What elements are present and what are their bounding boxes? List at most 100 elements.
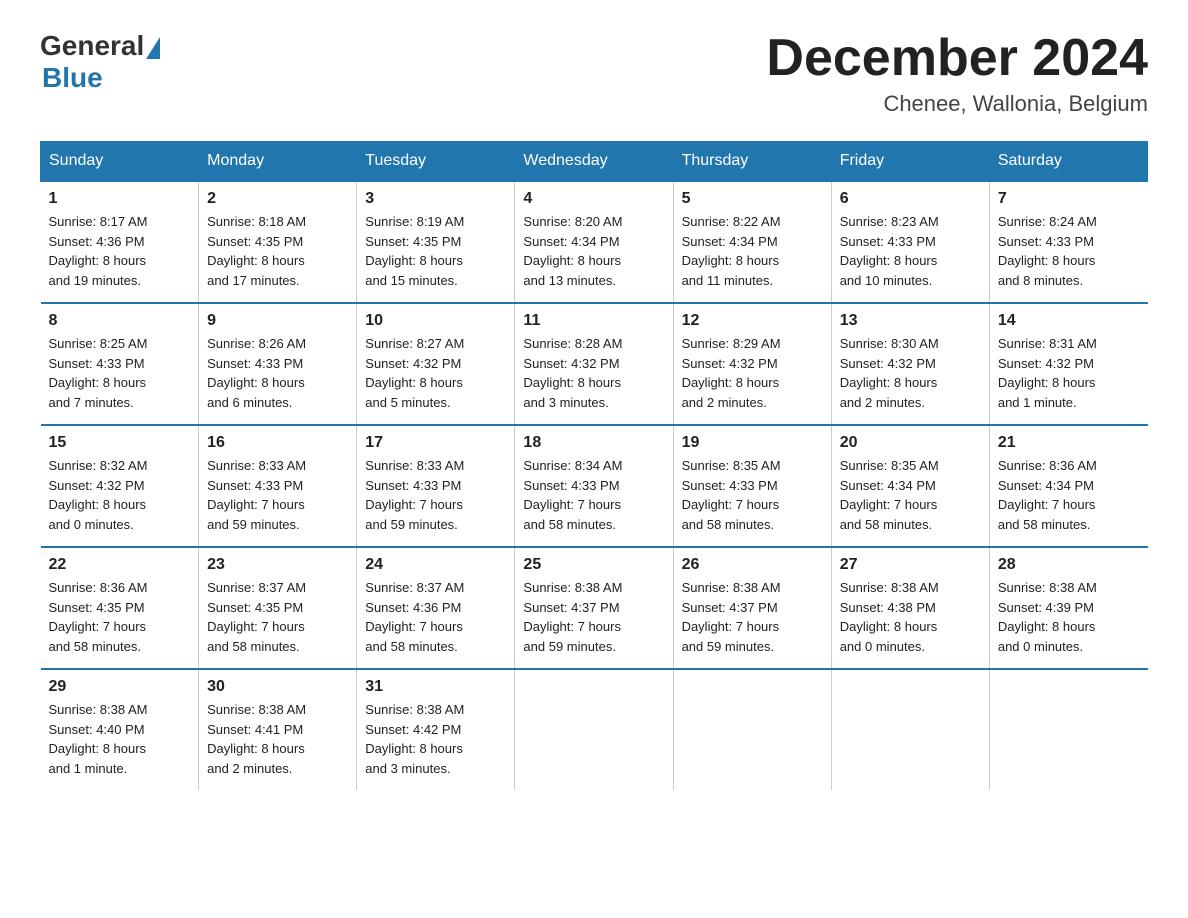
- location-label: Chenee, Wallonia, Belgium: [766, 91, 1148, 117]
- day-info: Sunrise: 8:32 AMSunset: 4:32 PMDaylight:…: [49, 456, 191, 534]
- day-number: 14: [998, 312, 1140, 330]
- calendar-cell: 13 Sunrise: 8:30 AMSunset: 4:32 PMDaylig…: [831, 303, 989, 425]
- calendar-cell: 3 Sunrise: 8:19 AMSunset: 4:35 PMDayligh…: [357, 181, 515, 303]
- day-number: 12: [682, 312, 823, 330]
- day-info: Sunrise: 8:24 AMSunset: 4:33 PMDaylight:…: [998, 212, 1140, 290]
- header-friday: Friday: [831, 142, 989, 182]
- week-row-3: 15 Sunrise: 8:32 AMSunset: 4:32 PMDaylig…: [41, 425, 1148, 547]
- day-info: Sunrise: 8:22 AMSunset: 4:34 PMDaylight:…: [682, 212, 823, 290]
- calendar-cell: 17 Sunrise: 8:33 AMSunset: 4:33 PMDaylig…: [357, 425, 515, 547]
- day-info: Sunrise: 8:38 AMSunset: 4:42 PMDaylight:…: [365, 700, 506, 778]
- calendar-cell: 2 Sunrise: 8:18 AMSunset: 4:35 PMDayligh…: [199, 181, 357, 303]
- day-number: 17: [365, 434, 506, 452]
- week-row-1: 1 Sunrise: 8:17 AMSunset: 4:36 PMDayligh…: [41, 181, 1148, 303]
- day-number: 11: [523, 312, 664, 330]
- week-row-2: 8 Sunrise: 8:25 AMSunset: 4:33 PMDayligh…: [41, 303, 1148, 425]
- day-info: Sunrise: 8:19 AMSunset: 4:35 PMDaylight:…: [365, 212, 506, 290]
- day-number: 5: [682, 190, 823, 208]
- day-number: 16: [207, 434, 348, 452]
- calendar-cell: 16 Sunrise: 8:33 AMSunset: 4:33 PMDaylig…: [199, 425, 357, 547]
- calendar-table: SundayMondayTuesdayWednesdayThursdayFrid…: [40, 141, 1148, 790]
- calendar-header-row: SundayMondayTuesdayWednesdayThursdayFrid…: [41, 142, 1148, 182]
- calendar-cell: 29 Sunrise: 8:38 AMSunset: 4:40 PMDaylig…: [41, 669, 199, 790]
- calendar-cell: 9 Sunrise: 8:26 AMSunset: 4:33 PMDayligh…: [199, 303, 357, 425]
- day-number: 28: [998, 556, 1140, 574]
- day-info: Sunrise: 8:29 AMSunset: 4:32 PMDaylight:…: [682, 334, 823, 412]
- calendar-cell: 28 Sunrise: 8:38 AMSunset: 4:39 PMDaylig…: [989, 547, 1147, 669]
- calendar-cell: 14 Sunrise: 8:31 AMSunset: 4:32 PMDaylig…: [989, 303, 1147, 425]
- calendar-cell: 15 Sunrise: 8:32 AMSunset: 4:32 PMDaylig…: [41, 425, 199, 547]
- header-monday: Monday: [199, 142, 357, 182]
- week-row-4: 22 Sunrise: 8:36 AMSunset: 4:35 PMDaylig…: [41, 547, 1148, 669]
- title-section: December 2024 Chenee, Wallonia, Belgium: [766, 30, 1148, 117]
- calendar-cell: 7 Sunrise: 8:24 AMSunset: 4:33 PMDayligh…: [989, 181, 1147, 303]
- day-number: 24: [365, 556, 506, 574]
- day-number: 26: [682, 556, 823, 574]
- day-info: Sunrise: 8:38 AMSunset: 4:39 PMDaylight:…: [998, 578, 1140, 656]
- day-number: 1: [49, 190, 191, 208]
- calendar-cell: 4 Sunrise: 8:20 AMSunset: 4:34 PMDayligh…: [515, 181, 673, 303]
- day-number: 31: [365, 678, 506, 696]
- day-info: Sunrise: 8:23 AMSunset: 4:33 PMDaylight:…: [840, 212, 981, 290]
- day-number: 4: [523, 190, 664, 208]
- calendar-cell: [515, 669, 673, 790]
- day-info: Sunrise: 8:38 AMSunset: 4:37 PMDaylight:…: [682, 578, 823, 656]
- day-info: Sunrise: 8:35 AMSunset: 4:33 PMDaylight:…: [682, 456, 823, 534]
- day-info: Sunrise: 8:18 AMSunset: 4:35 PMDaylight:…: [207, 212, 348, 290]
- day-info: Sunrise: 8:34 AMSunset: 4:33 PMDaylight:…: [523, 456, 664, 534]
- day-number: 29: [49, 678, 191, 696]
- day-info: Sunrise: 8:38 AMSunset: 4:37 PMDaylight:…: [523, 578, 664, 656]
- day-info: Sunrise: 8:25 AMSunset: 4:33 PMDaylight:…: [49, 334, 191, 412]
- day-number: 13: [840, 312, 981, 330]
- calendar-cell: 24 Sunrise: 8:37 AMSunset: 4:36 PMDaylig…: [357, 547, 515, 669]
- day-number: 21: [998, 434, 1140, 452]
- header-thursday: Thursday: [673, 142, 831, 182]
- day-number: 20: [840, 434, 981, 452]
- month-title: December 2024: [766, 30, 1148, 87]
- day-number: 15: [49, 434, 191, 452]
- day-info: Sunrise: 8:28 AMSunset: 4:32 PMDaylight:…: [523, 334, 664, 412]
- calendar-cell: 8 Sunrise: 8:25 AMSunset: 4:33 PMDayligh…: [41, 303, 199, 425]
- logo-triangle-icon: [146, 37, 160, 59]
- day-info: Sunrise: 8:35 AMSunset: 4:34 PMDaylight:…: [840, 456, 981, 534]
- logo-general-text: General: [40, 30, 144, 62]
- day-number: 25: [523, 556, 664, 574]
- header-wednesday: Wednesday: [515, 142, 673, 182]
- calendar-cell: [673, 669, 831, 790]
- calendar-cell: 6 Sunrise: 8:23 AMSunset: 4:33 PMDayligh…: [831, 181, 989, 303]
- calendar-cell: 12 Sunrise: 8:29 AMSunset: 4:32 PMDaylig…: [673, 303, 831, 425]
- calendar-cell: 30 Sunrise: 8:38 AMSunset: 4:41 PMDaylig…: [199, 669, 357, 790]
- calendar-cell: 27 Sunrise: 8:38 AMSunset: 4:38 PMDaylig…: [831, 547, 989, 669]
- header-saturday: Saturday: [989, 142, 1147, 182]
- day-info: Sunrise: 8:37 AMSunset: 4:35 PMDaylight:…: [207, 578, 348, 656]
- day-number: 3: [365, 190, 506, 208]
- week-row-5: 29 Sunrise: 8:38 AMSunset: 4:40 PMDaylig…: [41, 669, 1148, 790]
- page-header: General Blue December 2024 Chenee, Wallo…: [40, 30, 1148, 117]
- day-info: Sunrise: 8:36 AMSunset: 4:35 PMDaylight:…: [49, 578, 191, 656]
- calendar-cell: 10 Sunrise: 8:27 AMSunset: 4:32 PMDaylig…: [357, 303, 515, 425]
- day-info: Sunrise: 8:33 AMSunset: 4:33 PMDaylight:…: [365, 456, 506, 534]
- calendar-cell: [831, 669, 989, 790]
- day-number: 19: [682, 434, 823, 452]
- day-number: 6: [840, 190, 981, 208]
- calendar-cell: 1 Sunrise: 8:17 AMSunset: 4:36 PMDayligh…: [41, 181, 199, 303]
- day-number: 2: [207, 190, 348, 208]
- calendar-cell: 31 Sunrise: 8:38 AMSunset: 4:42 PMDaylig…: [357, 669, 515, 790]
- day-number: 22: [49, 556, 191, 574]
- day-info: Sunrise: 8:33 AMSunset: 4:33 PMDaylight:…: [207, 456, 348, 534]
- header-sunday: Sunday: [41, 142, 199, 182]
- day-info: Sunrise: 8:36 AMSunset: 4:34 PMDaylight:…: [998, 456, 1140, 534]
- day-info: Sunrise: 8:38 AMSunset: 4:40 PMDaylight:…: [49, 700, 191, 778]
- calendar-cell: 20 Sunrise: 8:35 AMSunset: 4:34 PMDaylig…: [831, 425, 989, 547]
- header-tuesday: Tuesday: [357, 142, 515, 182]
- day-number: 30: [207, 678, 348, 696]
- calendar-cell: 22 Sunrise: 8:36 AMSunset: 4:35 PMDaylig…: [41, 547, 199, 669]
- calendar-cell: 11 Sunrise: 8:28 AMSunset: 4:32 PMDaylig…: [515, 303, 673, 425]
- day-info: Sunrise: 8:37 AMSunset: 4:36 PMDaylight:…: [365, 578, 506, 656]
- day-number: 27: [840, 556, 981, 574]
- day-number: 9: [207, 312, 348, 330]
- day-number: 18: [523, 434, 664, 452]
- day-info: Sunrise: 8:20 AMSunset: 4:34 PMDaylight:…: [523, 212, 664, 290]
- calendar-cell: 23 Sunrise: 8:37 AMSunset: 4:35 PMDaylig…: [199, 547, 357, 669]
- day-number: 8: [49, 312, 191, 330]
